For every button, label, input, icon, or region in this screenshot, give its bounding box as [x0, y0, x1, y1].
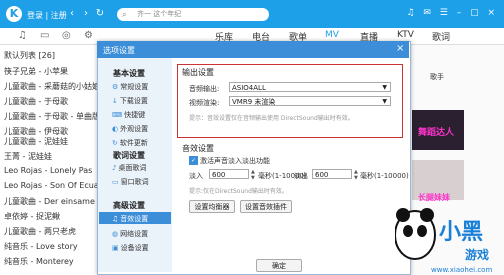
tab-lyrics[interactable]: 歌词 [432, 30, 450, 43]
list-item[interactable]: 卓依婷 - 捉泥鳅 [4, 211, 98, 222]
nav-item-appearance[interactable]: ◐ 外观设置 [112, 124, 148, 134]
fadeout-unit: 毫秒(1-10000) [360, 172, 409, 180]
video-render-select[interactable]: VMR9 未渲染 ▼ [229, 96, 391, 106]
list-item[interactable]: 王菁 - 泥娃娃 [4, 151, 98, 162]
nav-section-advanced: 高级设置 [113, 201, 145, 210]
watermark-logo: 小黑 游戏 www.xiaohei.com [395, 208, 492, 274]
tab-mv[interactable]: MV [325, 30, 339, 40]
lyrics-icon: ♪ [112, 164, 117, 172]
nav-item-download[interactable]: ↓ 下载设置 [112, 96, 148, 106]
dialog-titlebar[interactable] [97, 41, 409, 58]
svg-text:小黑: 小黑 [439, 220, 483, 245]
music-note-icon[interactable]: ♫ [18, 30, 27, 41]
login-register-link[interactable]: 登录 | 注册 [27, 10, 67, 21]
nav-item-hotkeys[interactable]: ⌨ 快捷键 [112, 110, 145, 120]
svg-text:游戏: 游戏 [465, 247, 489, 262]
list-item[interactable]: 儿童歌曲 - 于母歌 - 单曲版 [4, 111, 98, 122]
fadeout-input[interactable]: 600 [312, 169, 352, 179]
fadein-spinner-icon[interactable]: ▲ ▼ [251, 169, 255, 181]
nav-section-basic: 基本设置 [113, 69, 145, 78]
svg-text:www.xiaohei.com: www.xiaohei.com [431, 266, 492, 274]
fadein-input[interactable]: 600 [209, 169, 249, 179]
list-item[interactable]: 儿童歌曲 - 两只老虎 [4, 226, 98, 237]
list-item[interactable]: 儿童歌曲 - 于母歌 [4, 96, 98, 107]
window-icon: ▭ [112, 178, 119, 186]
refresh-icon[interactable]: ↻ [94, 8, 106, 20]
fade-checkbox[interactable]: ✓ [189, 156, 198, 165]
list-item[interactable]: Leo Rojas - Son Of Ecuad.. [4, 181, 98, 190]
search-icon[interactable]: ⌕ [122, 8, 126, 21]
list-item[interactable]: 纯音乐 - Love story [4, 241, 98, 252]
download-icon: ↓ [112, 97, 118, 105]
list-item[interactable]: 儿童歌曲 - 采蘑菇的小姑娘 [4, 81, 98, 92]
chevron-down-icon: ▼ [382, 98, 387, 105]
equalizer-button[interactable]: 设置均衡器 [189, 200, 235, 213]
close-icon[interactable]: × [396, 43, 404, 54]
audio-output-label: 音频输出: [189, 85, 220, 93]
ok-button[interactable]: 确定 [256, 259, 302, 272]
fadeout-label: 淡出 [294, 172, 308, 180]
nav-section-lyrics: 歌词设置 [113, 151, 145, 160]
mv-caption: 长腿妹妹 [418, 193, 450, 202]
nav-item-network[interactable]: ◍ 网络设置 [112, 229, 148, 239]
list-item[interactable]: 筷子兄弟 - 小苹果 [4, 66, 98, 77]
forward-icon[interactable]: › [80, 8, 92, 20]
search-input[interactable]: 齐一 这个年纪 [117, 8, 269, 21]
nav-item-desktop-lyrics[interactable]: ♪ 桌面歌词 [112, 163, 146, 173]
tab-ktv[interactable]: KTV [397, 30, 414, 40]
app-logo[interactable]: K [6, 6, 22, 22]
radio-icon[interactable]: ◎ [62, 30, 71, 41]
list-item[interactable]: Leo Rojas - Lonely Pas [4, 166, 98, 175]
skin-icon: ◐ [112, 125, 119, 133]
network-icon: ◍ [112, 230, 119, 238]
output-hint: 提示：音效设置仅在音频输出使用 DirectSound输出时有效。 [189, 115, 354, 122]
effects-settings-title: 音效设置 [182, 144, 214, 153]
list-item[interactable]: 儿童歌曲 - 泥娃娃 [4, 136, 98, 147]
nav-item-device[interactable]: ▣ 设备设置 [112, 243, 149, 253]
singer-filter[interactable]: 歌手 [430, 72, 444, 82]
fadein-label: 淡入 [189, 172, 203, 180]
effects-plugin-button[interactable]: 设置音效插件 [240, 200, 292, 213]
keyboard-icon: ⌨ [112, 111, 123, 119]
update-icon: ↻ [112, 139, 118, 147]
nav-item-update[interactable]: ↻ 软件更新 [112, 138, 148, 148]
dialog-title: 选项设置 [103, 46, 135, 55]
back-icon[interactable]: ‹ [66, 8, 78, 20]
video-render-label: 视频渲染: [189, 99, 220, 107]
mv-caption: 舞蹈达人 [418, 128, 455, 138]
gear-icon: ⚙ [112, 83, 119, 91]
device-icon: ▣ [112, 244, 119, 252]
list-item[interactable]: 儿童歌曲 - Der einsame ... [4, 196, 98, 207]
settings-icon[interactable]: ⚙ [84, 30, 93, 41]
nav-item-general[interactable]: ⚙ 常规设置 [112, 82, 148, 92]
nav-item-sound[interactable]: ♫ 音效设置 [112, 214, 148, 224]
fadeout-spinner-icon[interactable]: ▲ ▼ [354, 169, 358, 181]
sound-icon: ♫ [112, 215, 119, 223]
list-item[interactable]: 纯音乐 - Monterey [4, 256, 98, 267]
window-controls[interactable]: ♫ ✉ ☰ – ▢ × [406, 8, 498, 18]
audio-output-select[interactable]: ASIO4ALL ▼ [229, 82, 391, 92]
nav-item-window-lyrics[interactable]: ▭ 窗口歌词 [112, 177, 149, 187]
chevron-down-icon: ▼ [382, 84, 387, 91]
fade-checkbox-label[interactable]: 激活声音淡入淡出功能 [200, 156, 270, 166]
effects-hint: 提示:仅在DirectSound输出时有效。 [189, 188, 288, 195]
playlist-title[interactable]: 默认列表 [26] [4, 50, 55, 61]
tv-icon[interactable]: ▭ [40, 30, 49, 41]
